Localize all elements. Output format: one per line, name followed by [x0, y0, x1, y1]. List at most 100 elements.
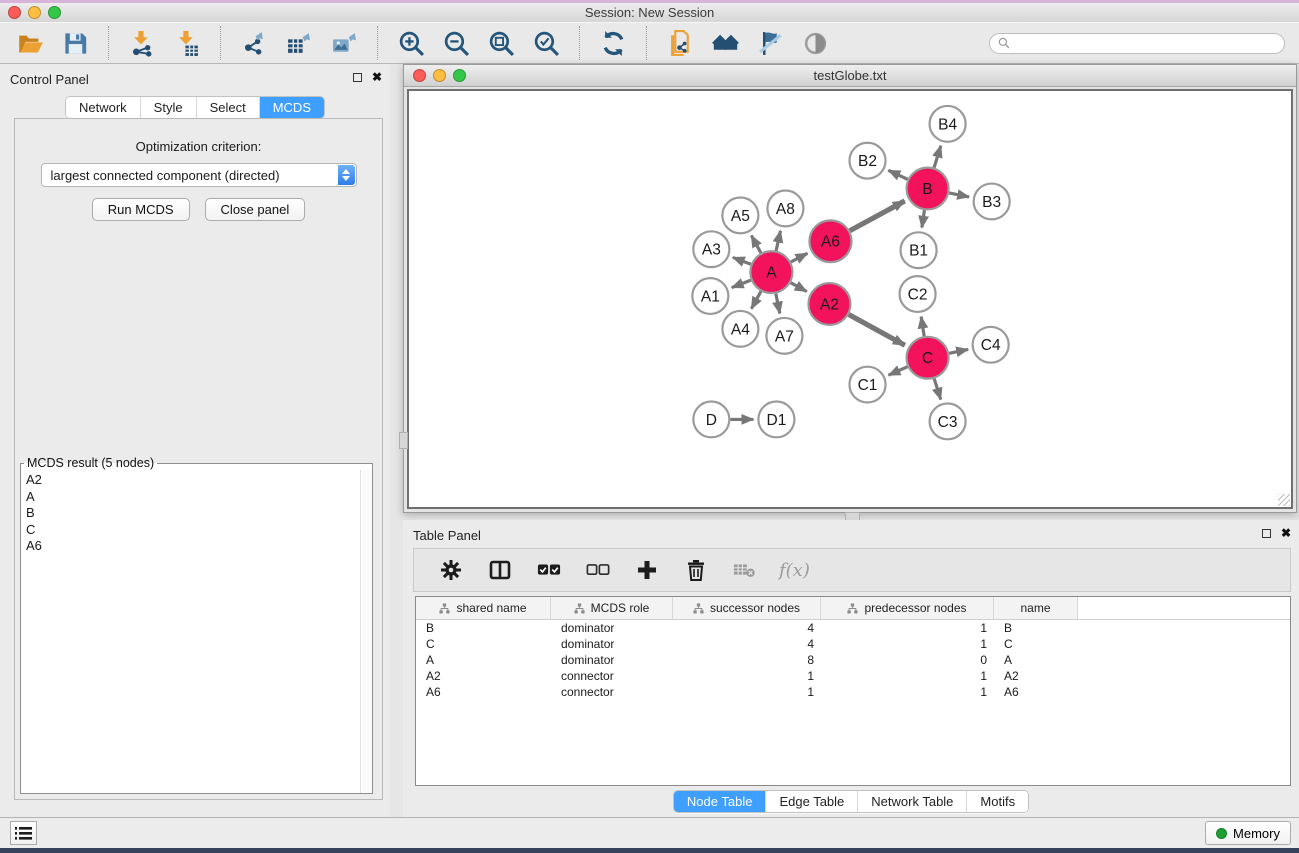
add-column-button[interactable] — [632, 555, 662, 585]
graph-node-D1[interactable]: D1 — [758, 402, 794, 438]
network-close-button[interactable] — [413, 69, 426, 82]
resize-grip[interactable] — [1278, 494, 1290, 506]
network-window-titlebar[interactable]: testGlobe.txt — [404, 65, 1296, 87]
graph-node-B1[interactable]: B1 — [901, 232, 937, 268]
column-header-name[interactable]: name — [994, 597, 1078, 619]
close-table-panel-icon[interactable]: ✖ — [1281, 528, 1291, 538]
mcds-result-item[interactable]: B — [22, 505, 359, 522]
network-canvas[interactable]: B4B2BB3A8A5A6A3B1AC2A1A2A4A7C4CC1DD1C3 — [407, 89, 1293, 509]
mcds-result-item[interactable]: A — [22, 489, 359, 506]
graph-node-C3[interactable]: C3 — [930, 403, 966, 439]
zoom-selected-button[interactable] — [530, 27, 562, 59]
graph-edge-A-A2[interactable] — [791, 283, 807, 292]
graph-edge-A-A4[interactable] — [751, 291, 761, 308]
graph-node-A4[interactable]: A4 — [722, 311, 758, 347]
graph-node-A8[interactable]: A8 — [767, 191, 803, 227]
graph-node-A3[interactable]: A3 — [693, 231, 729, 267]
zoom-window-button[interactable] — [48, 6, 61, 19]
zoom-out-button[interactable] — [440, 27, 472, 59]
graph-edge-B-B3[interactable] — [949, 193, 969, 197]
graph-edge-A6-B[interactable] — [850, 201, 905, 231]
graph-edge-A-A3[interactable] — [733, 257, 751, 264]
graph-edge-C-C3[interactable] — [934, 379, 941, 400]
minimize-window-button[interactable] — [28, 6, 41, 19]
memory-button[interactable]: Memory — [1205, 821, 1291, 845]
table-row[interactable]: Bdominator41B — [416, 620, 1290, 636]
mcds-result-item[interactable]: A2 — [22, 472, 359, 489]
table-row[interactable]: Cdominator41C — [416, 636, 1290, 652]
graph-node-A2[interactable]: A2 — [808, 283, 850, 325]
close-panel-icon[interactable]: ✖ — [372, 72, 382, 82]
titlebar[interactable]: Session: New Session — [0, 3, 1299, 22]
run-mcds-button[interactable]: Run MCDS — [92, 198, 190, 221]
graph-edge-C-C4[interactable] — [949, 349, 968, 353]
column-header-predecessor-nodes[interactable]: predecessor nodes — [821, 597, 994, 619]
mcds-result-item[interactable]: A6 — [22, 538, 359, 555]
search-input[interactable] — [1015, 36, 1276, 50]
graph-node-C2[interactable]: C2 — [900, 276, 936, 312]
graph-edge-A-A1[interactable] — [732, 280, 751, 287]
graph-node-B2[interactable]: B2 — [849, 143, 885, 179]
column-header-successor-nodes[interactable]: successor nodes — [673, 597, 821, 619]
export-image-button[interactable] — [328, 27, 360, 59]
graph-edge-C-C1[interactable] — [889, 367, 908, 375]
graph-node-C4[interactable]: C4 — [973, 327, 1009, 363]
tab-edge-table[interactable]: Edge Table — [765, 791, 857, 812]
graph-node-B4[interactable]: B4 — [930, 106, 966, 142]
mcds-result-list[interactable]: A2ABCA6 — [22, 472, 359, 792]
criterion-dropdown[interactable]: largest connected component (directed) — [41, 163, 357, 187]
network-zoom-button[interactable] — [453, 69, 466, 82]
select-all-button[interactable] — [534, 555, 564, 585]
deselect-all-button[interactable] — [583, 555, 613, 585]
zoom-fit-button[interactable] — [485, 27, 517, 59]
open-session-button[interactable] — [14, 27, 46, 59]
delete-column-button[interactable] — [681, 555, 711, 585]
tab-mcds[interactable]: MCDS — [259, 97, 324, 118]
import-table-button[interactable] — [171, 27, 203, 59]
tab-node-table[interactable]: Node Table — [674, 791, 766, 812]
export-network-button[interactable] — [238, 27, 270, 59]
network-minimize-button[interactable] — [433, 69, 446, 82]
graph-node-A[interactable]: A — [750, 251, 792, 293]
table-row[interactable]: A2connector11A2 — [416, 668, 1290, 684]
float-panel-icon[interactable] — [353, 73, 362, 82]
node-table[interactable]: shared nameMCDS rolesuccessor nodesprede… — [415, 596, 1291, 786]
tab-network[interactable]: Network — [66, 97, 140, 118]
splitter-handle-left[interactable] — [399, 432, 408, 449]
tab-select[interactable]: Select — [196, 97, 259, 118]
mcds-result-item[interactable]: C — [22, 522, 359, 539]
graph-edge-A-A5[interactable] — [751, 236, 761, 253]
table-settings-button[interactable] — [436, 555, 466, 585]
tab-motifs[interactable]: Motifs — [966, 791, 1028, 812]
close-window-button[interactable] — [8, 6, 21, 19]
graph-node-C1[interactable]: C1 — [849, 367, 885, 403]
delete-table-button[interactable] — [730, 555, 760, 585]
column-header-mcds-role[interactable]: MCDS role — [551, 597, 673, 619]
eye-button[interactable] — [799, 27, 831, 59]
function-builder-button[interactable]: f(x) — [779, 560, 810, 581]
graph-edge-C-C2[interactable] — [921, 317, 924, 336]
close-panel-button[interactable]: Close panel — [205, 198, 306, 221]
graph-edge-A-A8[interactable] — [776, 231, 780, 251]
table-row[interactable]: Adominator80A — [416, 652, 1290, 668]
show-columns-button[interactable] — [485, 555, 515, 585]
column-header-shared-name[interactable]: shared name — [416, 597, 551, 619]
tab-style[interactable]: Style — [140, 97, 196, 118]
zoom-in-button[interactable] — [395, 27, 427, 59]
graph-edge-A-A7[interactable] — [776, 294, 780, 314]
save-session-button[interactable] — [59, 27, 91, 59]
graph-node-D[interactable]: D — [693, 402, 729, 438]
show-tasks-button[interactable] — [10, 821, 37, 845]
hide-flag-button[interactable] — [754, 27, 786, 59]
float-table-panel-icon[interactable] — [1262, 529, 1271, 538]
graph-node-A6[interactable]: A6 — [809, 220, 851, 262]
graph-node-A7[interactable]: A7 — [766, 318, 802, 354]
home-button[interactable] — [709, 27, 741, 59]
export-table-button[interactable] — [283, 27, 315, 59]
graph-node-A5[interactable]: A5 — [722, 197, 758, 233]
graph-node-B[interactable]: B — [907, 168, 949, 210]
refresh-view-button[interactable] — [597, 27, 629, 59]
graph-node-A1[interactable]: A1 — [692, 278, 728, 314]
graph-edge-B-B4[interactable] — [934, 146, 941, 168]
graph-edge-A-A6[interactable] — [791, 253, 808, 262]
